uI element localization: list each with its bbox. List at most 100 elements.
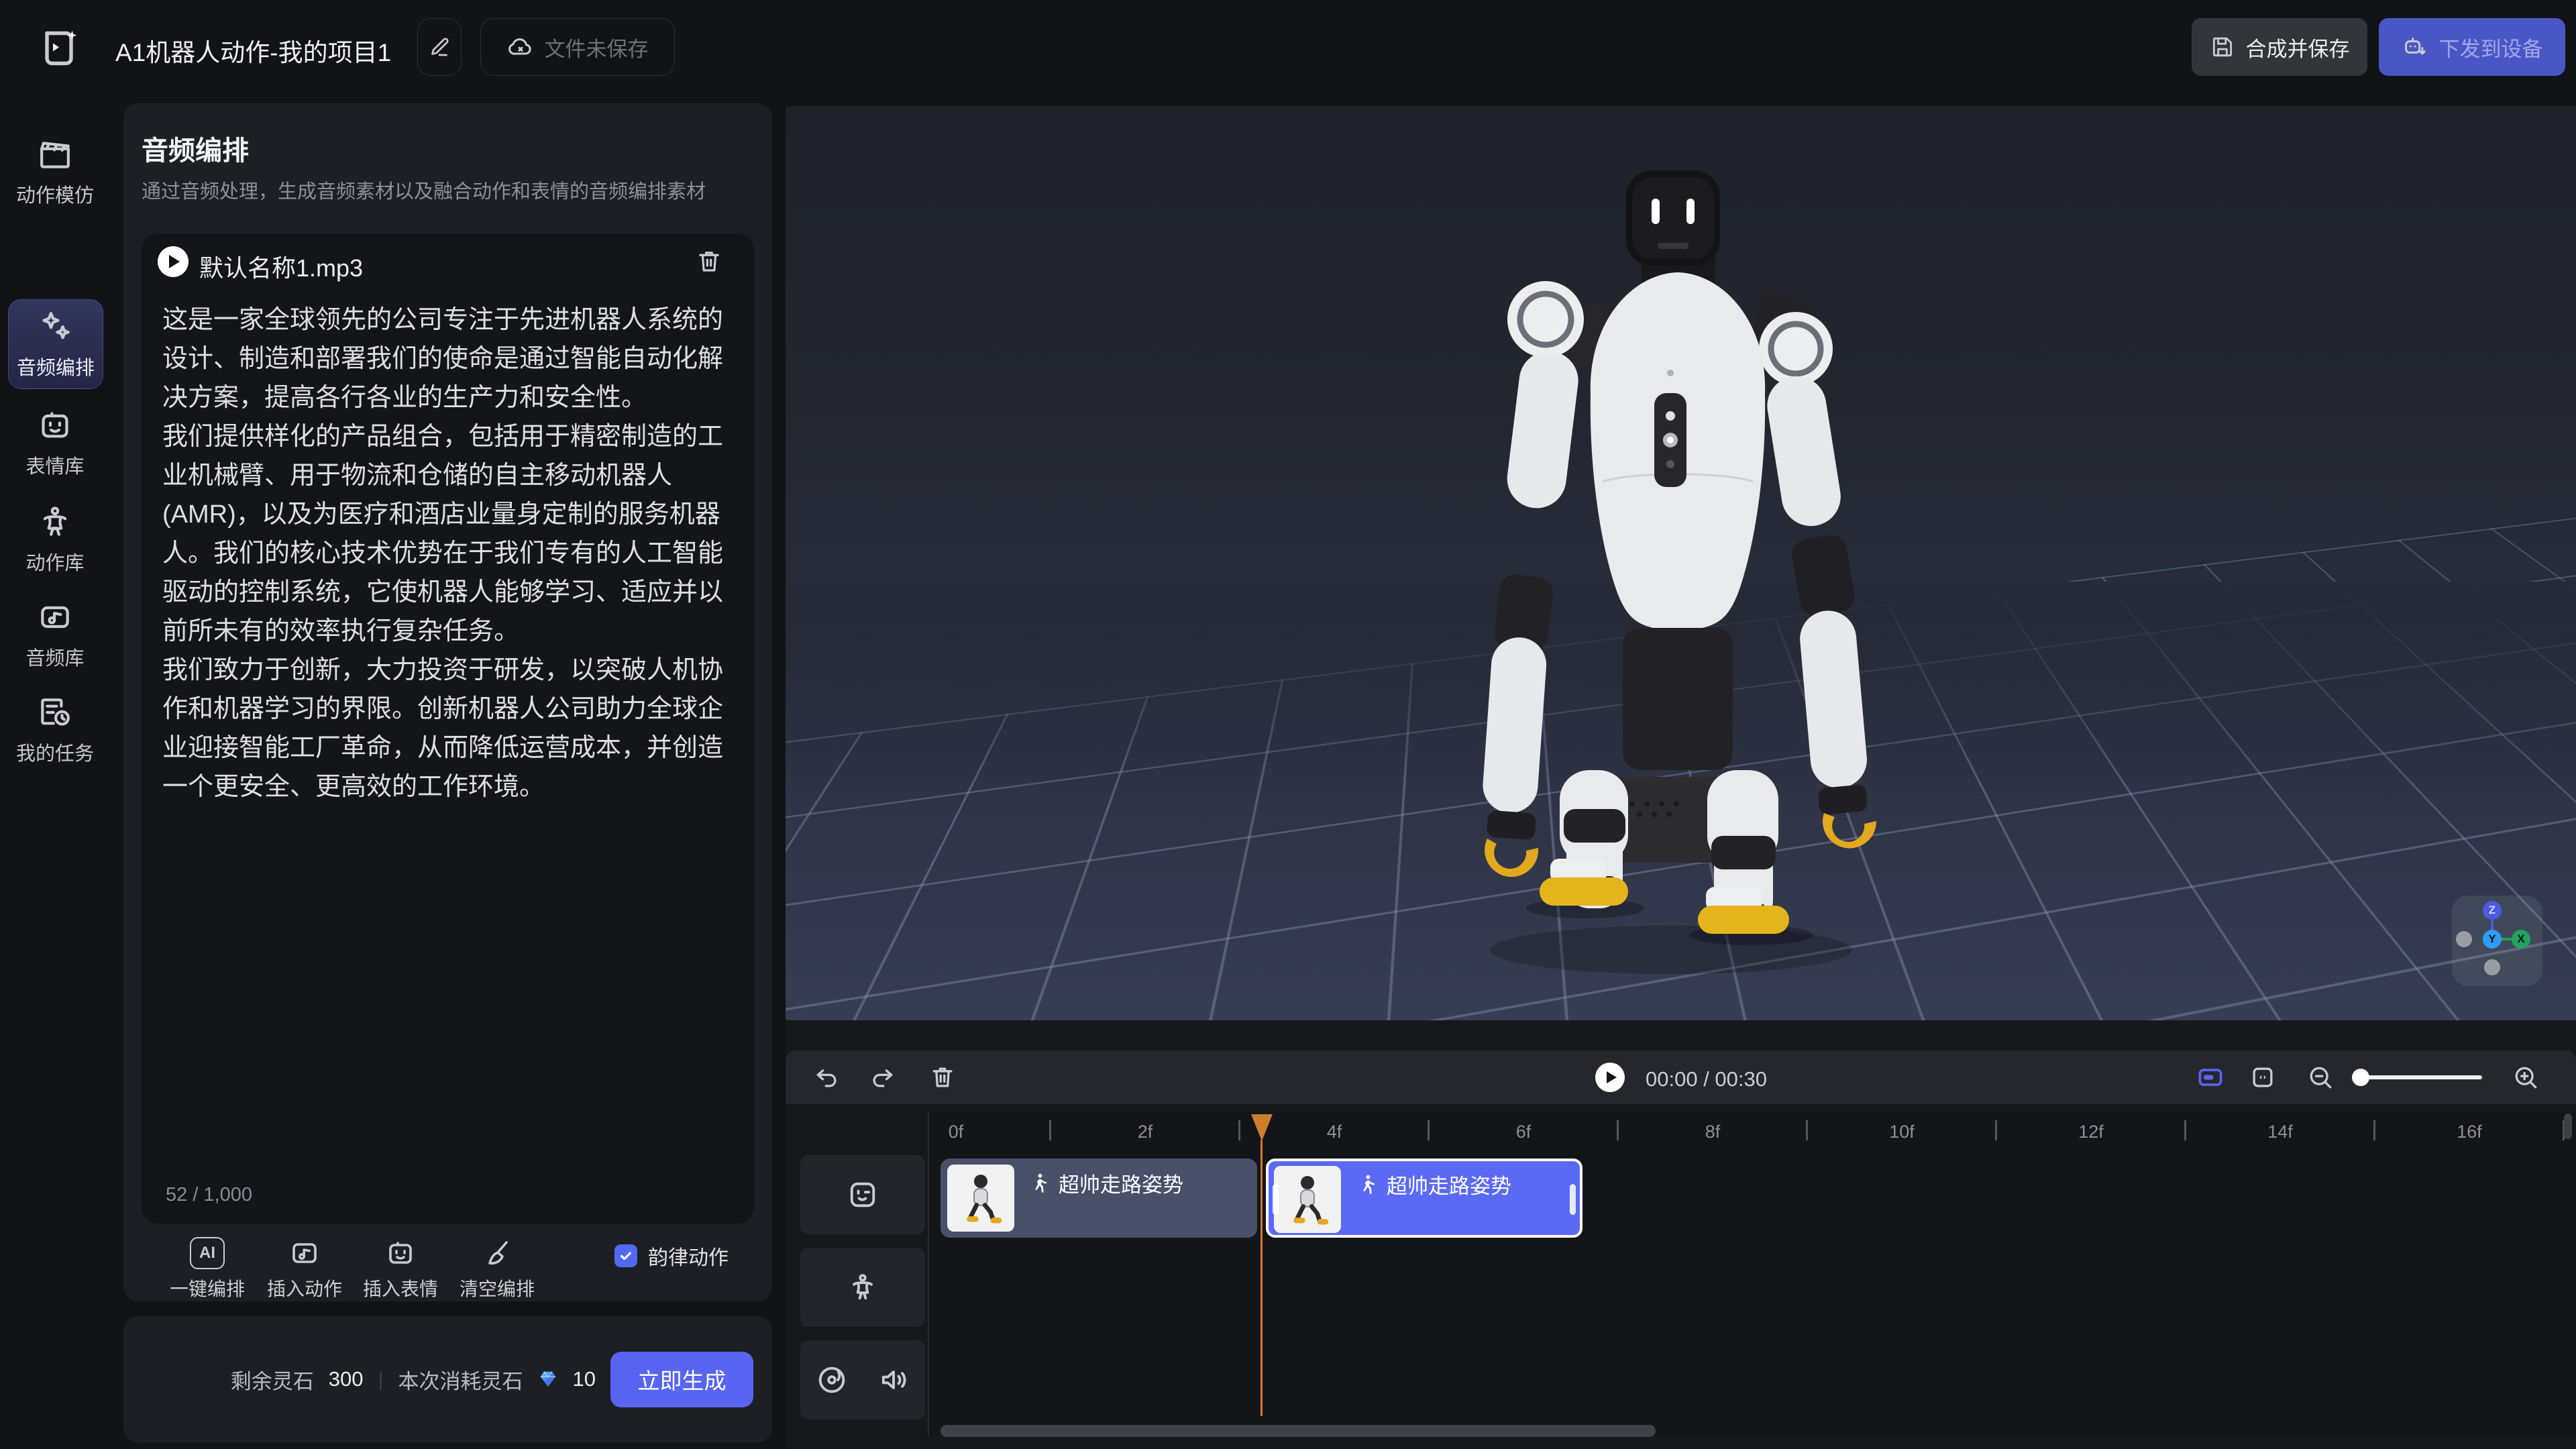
sidebar-item-audio-library[interactable]: 音频库 <box>8 590 102 679</box>
ruler-label: 16f <box>2449 1122 2489 1142</box>
fit-timeline-button[interactable] <box>2248 1063 2277 1092</box>
play-icon <box>169 255 180 268</box>
ruler-tick <box>1238 1120 1240 1140</box>
timeline-section: 00:00 / 00:30 0f 2f 4f <box>786 1020 2576 1449</box>
time-display: 00:00 / 00:30 <box>1646 1067 1767 1091</box>
redo-button[interactable] <box>867 1063 897 1092</box>
ruler-label: 10f <box>1882 1122 1922 1142</box>
axis-neg-z-handle[interactable] <box>2484 959 2500 975</box>
ruler-tick <box>2184 1120 2186 1140</box>
insert-motion-button[interactable]: 插入动作 <box>254 1237 355 1301</box>
header: A1机器人动作-我的项目1 文件未保存 合成并保存 <box>0 0 2576 101</box>
divider: | <box>378 1367 383 1391</box>
clear-arrange-button[interactable]: 清空编排 <box>447 1237 547 1301</box>
ruler-tick <box>1428 1120 1430 1140</box>
clip-resize-handle-right[interactable] <box>1570 1184 1576 1215</box>
transcript-paragraph: 这是一家全球领先的公司专注于先进机器人系统的设计、制造和部署我们的使命是通过智能… <box>162 301 736 417</box>
axis-neg-x-handle[interactable] <box>2456 931 2472 947</box>
delete-audio-button[interactable] <box>695 247 723 275</box>
speaker-icon[interactable] <box>876 1362 911 1397</box>
robot-face-icon <box>384 1237 417 1269</box>
orientation-gizmo[interactable]: Z Y X <box>2452 896 2542 986</box>
robot-model <box>786 106 2576 1021</box>
timeline-ruler[interactable]: 0f 2f 4f 6f 8f 10f 12f 14f 16f <box>786 1112 2576 1152</box>
clip-thumbnail <box>947 1165 1014 1232</box>
save-status-button[interactable]: 文件未保存 <box>480 18 675 76</box>
cost-label: 本次消耗灵石 <box>398 1364 523 1395</box>
track-header-expression <box>800 1155 925 1234</box>
generate-now-button[interactable]: 立即生成 <box>610 1352 753 1407</box>
sidebar-item-expression-library[interactable]: 表情库 <box>8 398 102 487</box>
ruler-label: 0f <box>936 1122 976 1142</box>
deploy-to-device-button[interactable]: 下发到设备 <box>2379 18 2565 76</box>
checkbox-checked-icon[interactable] <box>614 1244 637 1267</box>
clip-label: 超帅走路姿势 <box>1059 1168 1183 1198</box>
transcript-text-area[interactable]: 这是一家全球领先的公司专注于先进机器人系统的设计、制造和部署我们的使命是通过智能… <box>162 301 736 1179</box>
clip-label: 超帅走路姿势 <box>1387 1169 1511 1199</box>
timeline-play-button[interactable] <box>1595 1063 1625 1092</box>
timeline-toolbar: 00:00 / 00:30 <box>786 1051 2576 1104</box>
rhythm-motion-toggle[interactable]: 韵律动作 <box>614 1241 729 1271</box>
horizontal-scrollbar[interactable] <box>941 1425 1656 1437</box>
ruler-tick <box>2373 1120 2375 1140</box>
person-icon <box>36 503 74 541</box>
trash-icon <box>695 247 723 275</box>
audio-play-button[interactable] <box>158 246 189 277</box>
app-window: A1机器人动作-我的项目1 文件未保存 合成并保存 <box>0 0 2576 1449</box>
axis-x-handle[interactable]: X <box>2512 930 2530 949</box>
ai-icon: AI <box>190 1237 225 1269</box>
delete-clip-button[interactable] <box>928 1063 957 1092</box>
timeline-zoom-slider[interactable] <box>2355 1075 2482 1079</box>
robot-face-icon <box>36 407 74 444</box>
person-icon <box>845 1270 880 1305</box>
rename-button[interactable] <box>417 18 462 76</box>
play-icon <box>1607 1071 1617 1083</box>
audio-toolbar: AI 一键编排 插入动作 插入表情 清空编排 <box>123 1237 772 1301</box>
timeline-clip-selected[interactable]: 超帅走路姿势 <box>1266 1159 1582 1238</box>
gem-icon <box>538 1369 558 1389</box>
audio-arrange-panel: 音频编排 通过音频处理，生成音频素材以及融合动作和表情的音频编排素材 默认名称1… <box>123 103 772 1301</box>
ruler-label: 12f <box>2071 1122 2111 1142</box>
sidebar-item-motion-mimic[interactable]: 动作模仿 <box>8 127 102 216</box>
wink-face-icon <box>845 1177 880 1212</box>
undo-button[interactable] <box>812 1063 842 1092</box>
clip-thumbnail <box>1274 1166 1341 1233</box>
synthesize-save-label: 合成并保存 <box>2246 32 2350 62</box>
timeline-clip[interactable]: 超帅走路姿势 <box>941 1159 1257 1238</box>
sidebar-item-audio-arrange[interactable]: 音频编排 <box>8 299 103 389</box>
sidebar-label: 音频库 <box>25 643 84 671</box>
insert-expression-button[interactable]: 插入表情 <box>350 1237 451 1301</box>
app-logo-icon <box>35 24 83 72</box>
sidebar-item-motion-library[interactable]: 动作库 <box>8 495 102 584</box>
vertical-scrollbar[interactable] <box>2564 1114 2572 1139</box>
track-header-motion <box>800 1248 925 1327</box>
sidebar-item-my-tasks[interactable]: 我的任务 <box>8 686 102 774</box>
auto-snap-toggle[interactable] <box>2196 1063 2225 1092</box>
playhead-line[interactable] <box>1260 1140 1263 1416</box>
sidebar-label: 音频编排 <box>17 352 95 380</box>
generate-footer: 剩余灵石 300 | 本次消耗灵石 10 立即生成 <box>123 1316 772 1442</box>
sidebar-label: 动作模仿 <box>16 180 94 208</box>
sparkles-icon <box>37 308 74 345</box>
axis-y-handle[interactable]: Y <box>2483 930 2502 949</box>
3d-viewport[interactable]: Z Y X <box>786 106 2576 1021</box>
walking-person-icon <box>1028 1172 1051 1195</box>
sidebar-label: 动作库 <box>25 547 84 576</box>
project-title: A1机器人动作-我的项目1 <box>115 32 391 68</box>
ruler-tick <box>1995 1120 1997 1140</box>
transcript-paragraph: 我们提供样化的产品组合，包括用于精密制造的工业机械臂、用于物流和仓储的自主移动机… <box>162 417 736 651</box>
zoom-out-button[interactable] <box>2306 1063 2335 1092</box>
axis-z-handle[interactable]: Z <box>2483 901 2502 920</box>
broom-icon <box>481 1237 513 1269</box>
zoom-in-button[interactable] <box>2511 1063 2540 1092</box>
one-click-arrange-button[interactable]: AI 一键编排 <box>157 1237 258 1301</box>
playhead-pin[interactable] <box>1251 1114 1273 1141</box>
rhythm-motion-label: 韵律动作 <box>648 1241 729 1271</box>
zoom-slider-knob[interactable] <box>2352 1069 2369 1086</box>
synthesize-save-button[interactable]: 合成并保存 <box>2192 18 2367 76</box>
clip-resize-handle-left[interactable] <box>1273 1184 1279 1215</box>
cost-value: 10 <box>573 1367 596 1391</box>
track-header-audio <box>800 1340 925 1419</box>
ruler-tick <box>1806 1120 1808 1140</box>
ruler-label: 4f <box>1314 1122 1354 1142</box>
